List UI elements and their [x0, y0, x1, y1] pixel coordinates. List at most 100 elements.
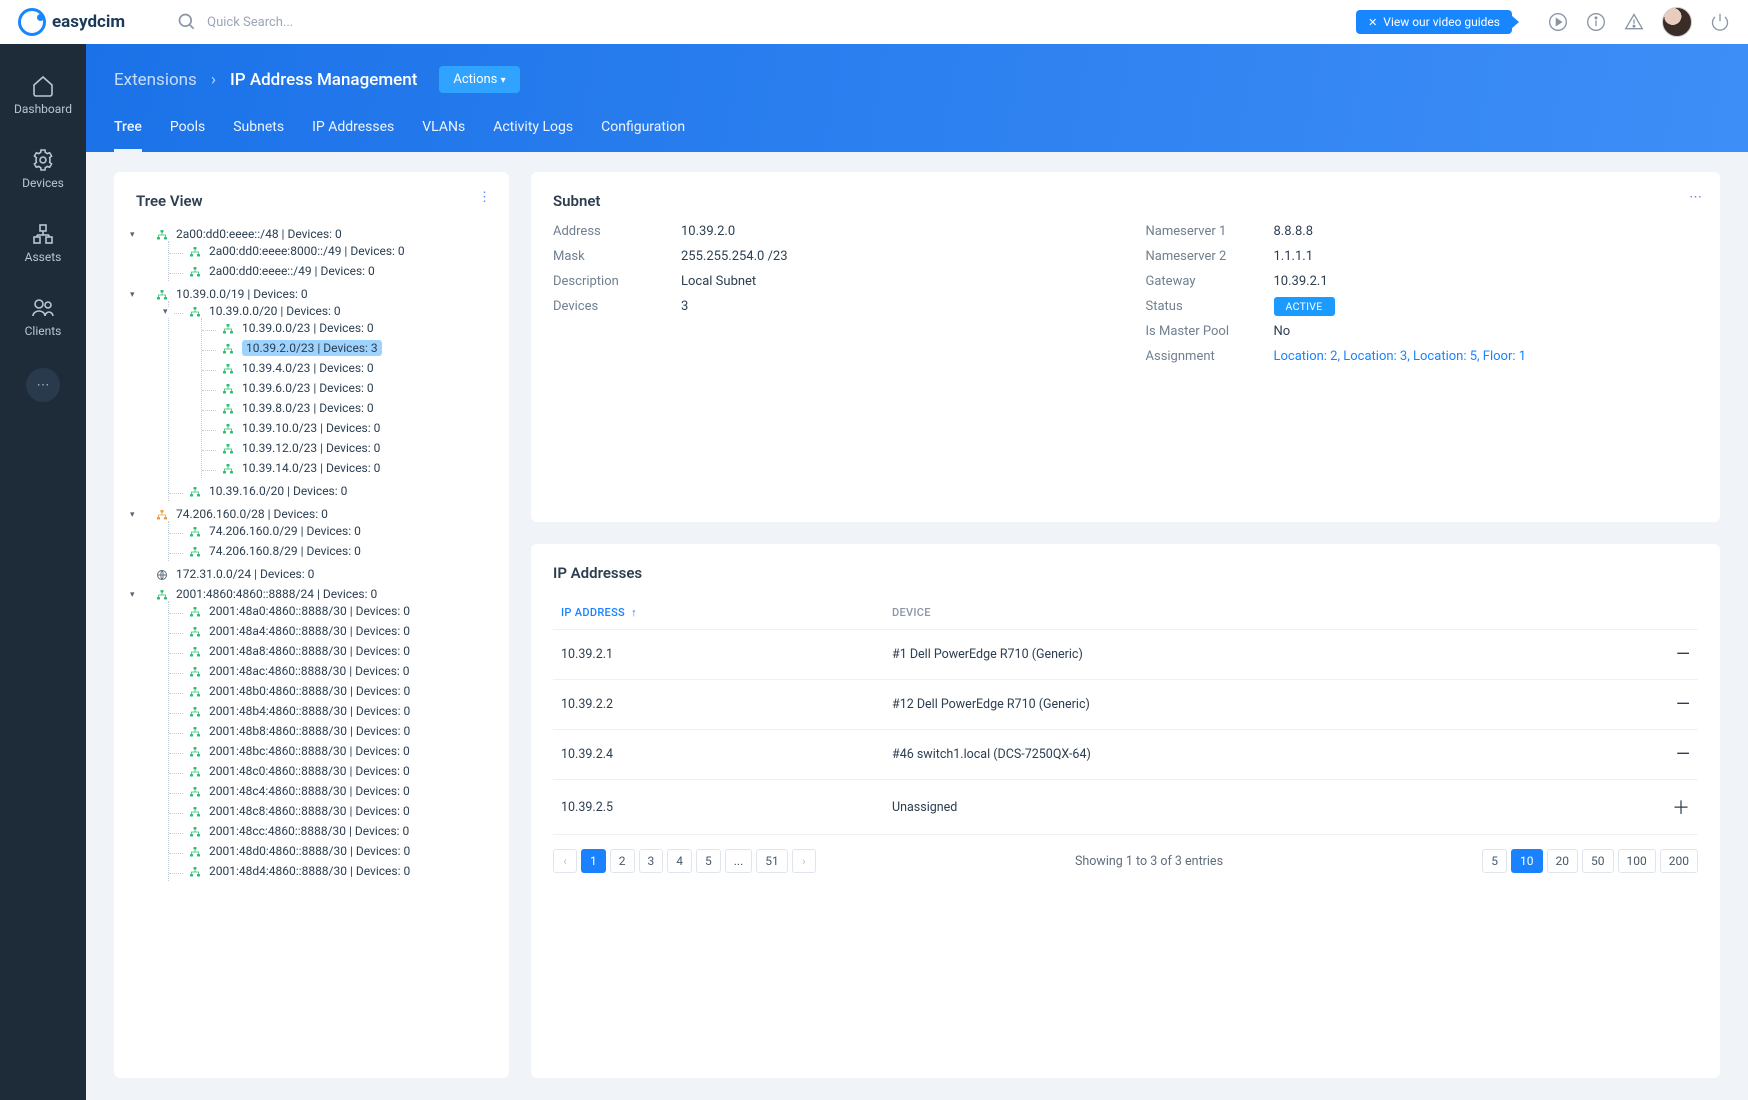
tree-node[interactable]: 2001:48b4:4860::8888/30 | Devices: 0	[209, 704, 410, 718]
tree-node[interactable]: 2001:48c8:4860::8888/30 | Devices: 0	[209, 804, 410, 818]
close-icon[interactable]: ✕	[1368, 16, 1377, 29]
power-icon[interactable]	[1710, 12, 1730, 32]
plus-icon[interactable]: ＋	[1658, 780, 1698, 835]
info-value: 3	[681, 299, 688, 314]
tab-configuration[interactable]: Configuration	[601, 119, 685, 152]
tree-node[interactable]: 2001:48cc:4860::8888/30 | Devices: 0	[209, 824, 409, 838]
tab-pools[interactable]: Pools	[170, 119, 205, 152]
pagesize-200[interactable]: 200	[1660, 849, 1698, 873]
table-row[interactable]: 10.39.2.5Unassigned＋	[553, 780, 1698, 835]
table-row[interactable]: 10.39.2.2#12 Dell PowerEdge R710 (Generi…	[553, 680, 1698, 730]
tree-node[interactable]: 2001:48bc:4860::8888/30 | Devices: 0	[209, 744, 410, 758]
sitemap-icon	[189, 646, 203, 658]
tree-node[interactable]: 2001:48a4:4860::8888/30 | Devices: 0	[209, 624, 410, 638]
tree-node[interactable]: 2001:48d0:4860::8888/30 | Devices: 0	[209, 844, 410, 858]
tree-node[interactable]: 2001:48a0:4860::8888/30 | Devices: 0	[209, 604, 410, 618]
tree-node[interactable]: 172.31.0.0/24 | Devices: 0	[176, 567, 314, 581]
sidebar-item-clients[interactable]: Clients	[0, 284, 86, 350]
tab-vlans[interactable]: VLANs	[422, 119, 465, 152]
actions-button[interactable]: Actions ▾	[439, 66, 519, 93]
pagesize-100[interactable]: 100	[1618, 849, 1656, 873]
tree-node[interactable]: 10.39.10.0/23 | Devices: 0	[242, 421, 380, 435]
tree-toggle[interactable]: ▾	[130, 230, 140, 240]
page-2[interactable]: 2	[610, 849, 635, 873]
col-device[interactable]: DEVICE	[884, 596, 1658, 630]
tree-node[interactable]: 10.39.16.0/20 | Devices: 0	[209, 484, 347, 498]
tree-node[interactable]: 2001:48d4:4860::8888/30 | Devices: 0	[209, 864, 410, 878]
tree-node[interactable]: 10.39.12.0/23 | Devices: 0	[242, 441, 380, 455]
play-circle-icon[interactable]	[1548, 12, 1568, 32]
video-guides-button[interactable]: ✕ View our video guides	[1356, 10, 1512, 34]
tree-toggle[interactable]: ▾	[130, 290, 140, 300]
tree-node[interactable]: 74.206.160.0/28 | Devices: 0	[176, 507, 328, 521]
minus-icon[interactable]: —	[1658, 680, 1698, 730]
sidebar-item-assets[interactable]: Assets	[0, 210, 86, 276]
tree-node[interactable]: 2a00:dd0:eeee::/49 | Devices: 0	[209, 264, 375, 278]
tree-node[interactable]: 10.39.6.0/23 | Devices: 0	[242, 381, 374, 395]
sitemap-icon	[189, 266, 203, 278]
tree-node[interactable]: 2001:48b8:4860::8888/30 | Devices: 0	[209, 724, 410, 738]
tree-node[interactable]: 10.39.0.0/23 | Devices: 0	[242, 321, 374, 335]
info-label: Description	[553, 274, 681, 289]
cell-ip: 10.39.2.4	[553, 730, 884, 780]
table-row[interactable]: 10.39.2.4#46 switch1.local (DCS-7250QX-6…	[553, 730, 1698, 780]
page-3[interactable]: 3	[639, 849, 664, 873]
tree-toggle[interactable]: ▾	[130, 590, 140, 600]
sitemap-icon	[189, 666, 203, 678]
sitemap-icon	[189, 246, 203, 258]
minus-icon[interactable]: —	[1658, 730, 1698, 780]
page-...[interactable]: ...	[725, 849, 753, 873]
table-row[interactable]: 10.39.2.1#1 Dell PowerEdge R710 (Generic…	[553, 630, 1698, 680]
tree-node[interactable]: 10.39.0.0/20 | Devices: 0	[209, 304, 341, 318]
more-vertical-icon[interactable]: ⋮	[478, 190, 491, 205]
tree-node[interactable]: 2001:48c0:4860::8888/30 | Devices: 0	[209, 764, 410, 778]
pagesize-20[interactable]: 20	[1547, 849, 1579, 873]
page-1[interactable]: 1	[581, 849, 606, 873]
tab-activity-logs[interactable]: Activity Logs	[493, 119, 573, 152]
tree-node[interactable]: 2001:48b0:4860::8888/30 | Devices: 0	[209, 684, 410, 698]
tree-node[interactable]: 2001:4860:4860::8888/24 | Devices: 0	[176, 587, 377, 601]
page-5[interactable]: 5	[696, 849, 721, 873]
tree-node[interactable]: 10.39.14.0/23 | Devices: 0	[242, 461, 380, 475]
sidebar-more-button[interactable]: ⋯	[26, 368, 60, 402]
breadcrumb-root[interactable]: Extensions	[114, 70, 197, 90]
tree-node[interactable]: 10.39.4.0/23 | Devices: 0	[242, 361, 374, 375]
more-horizontal-icon[interactable]: ⋯	[1689, 190, 1702, 205]
logo[interactable]: easydcim	[18, 8, 125, 36]
info-label: Status	[1146, 299, 1274, 314]
tree-node[interactable]: 10.39.2.0/23 | Devices: 3	[242, 340, 382, 356]
tree-node[interactable]: 2001:48ac:4860::8888/30 | Devices: 0	[209, 664, 410, 678]
page-4[interactable]: 4	[667, 849, 692, 873]
tree-toggle[interactable]: ▾	[130, 510, 140, 520]
tab-ip-addresses[interactable]: IP Addresses	[312, 119, 394, 152]
pagesize-5[interactable]: 5	[1482, 849, 1507, 873]
page-next[interactable]: ›	[792, 849, 816, 873]
tree-node[interactable]: 74.206.160.0/29 | Devices: 0	[209, 524, 361, 538]
pagesize-50[interactable]: 50	[1582, 849, 1614, 873]
page-prev[interactable]: ‹	[553, 849, 577, 873]
sidebar-item-dashboard[interactable]: Dashboard	[0, 62, 86, 128]
tree-node[interactable]: 2001:48a8:4860::8888/30 | Devices: 0	[209, 644, 410, 658]
info-value[interactable]: Location: 2, Location: 3, Location: 5, F…	[1274, 349, 1527, 364]
tree-node[interactable]: 2001:48c4:4860::8888/30 | Devices: 0	[209, 784, 410, 798]
sidebar-item-devices[interactable]: Devices	[0, 136, 86, 202]
tab-subnets[interactable]: Subnets	[233, 119, 284, 152]
avatar[interactable]	[1662, 7, 1692, 37]
search-icon[interactable]	[177, 12, 197, 32]
tree-node[interactable]: 10.39.0.0/19 | Devices: 0	[176, 287, 308, 301]
tab-tree[interactable]: Tree	[114, 119, 142, 152]
tree-toggle[interactable]: ▾	[163, 307, 173, 317]
pagesize-10[interactable]: 10	[1511, 849, 1543, 873]
table-summary: Showing 1 to 3 of 3 entries	[1075, 854, 1223, 869]
tree-node[interactable]: 2a00:dd0:eeee:8000::/49 | Devices: 0	[209, 244, 405, 258]
page-51[interactable]: 51	[756, 849, 788, 873]
tree-node[interactable]: 2a00:dd0:eeee::/48 | Devices: 0	[176, 227, 342, 241]
sitemap-icon	[189, 766, 203, 778]
info-icon[interactable]	[1586, 12, 1606, 32]
alert-triangle-icon[interactable]	[1624, 12, 1644, 32]
minus-icon[interactable]: —	[1658, 630, 1698, 680]
tree-node[interactable]: 74.206.160.8/29 | Devices: 0	[209, 544, 361, 558]
col-ip-address[interactable]: IP ADDRESS ↑	[553, 596, 884, 630]
tree-node[interactable]: 10.39.8.0/23 | Devices: 0	[242, 401, 374, 415]
search-input[interactable]	[207, 15, 447, 30]
